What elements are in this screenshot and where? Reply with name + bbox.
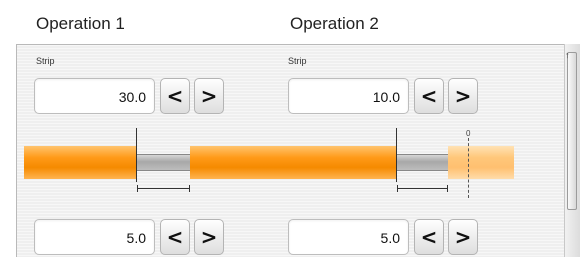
chevron-right-icon: > (454, 225, 472, 249)
op1-dimension-line (137, 188, 189, 189)
zero-reference-line (468, 138, 469, 198)
chevron-left-icon: < (166, 84, 184, 108)
op1-cut-line (136, 128, 137, 182)
op2-strip-label: Strip (288, 56, 307, 66)
operation-2-header: Operation 2 (290, 14, 379, 33)
op2-strip-value-field[interactable]: 10.0 (288, 78, 409, 114)
op1-dimension-tick-start (137, 185, 138, 192)
op2-dimension-line (397, 188, 448, 189)
op1-second-increment-button[interactable]: > (194, 219, 224, 255)
op2-dimension-tick-end (447, 185, 448, 192)
op2-strip-increment-button[interactable]: > (448, 78, 478, 114)
conductor-segment-2 (396, 154, 448, 171)
chevron-right-icon: > (454, 84, 472, 108)
chevron-left-icon: < (420, 84, 438, 108)
op2-second-value-field[interactable]: 5.0 (288, 219, 409, 255)
op1-second-decrement-button[interactable]: < (160, 219, 190, 255)
op2-strip-decrement-button[interactable]: < (414, 78, 444, 114)
scrollbar-thumb[interactable] (567, 52, 577, 210)
op2-cut-line (396, 128, 397, 182)
op1-strip-label: Strip (36, 56, 55, 66)
chevron-right-icon: > (200, 225, 218, 249)
insulation-segment-2 (190, 146, 396, 179)
chevron-left-icon: < (166, 225, 184, 249)
conductor-segment-1 (136, 154, 190, 171)
op1-strip-value-field[interactable]: 30.0 (34, 78, 155, 114)
op2-second-decrement-button[interactable]: < (414, 219, 444, 255)
chevron-right-icon: > (200, 84, 218, 108)
insulation-segment-1 (24, 146, 136, 179)
op1-dimension-tick-end (189, 185, 190, 192)
chevron-left-icon: < (420, 225, 438, 249)
operation-1-header: Operation 1 (36, 14, 125, 33)
op2-dimension-tick-start (397, 185, 398, 192)
scroll-up-icon[interactable]: ↑ (565, 50, 570, 60)
zero-marker-label: 0 (466, 129, 471, 138)
op1-strip-increment-button[interactable]: > (194, 78, 224, 114)
op2-second-increment-button[interactable]: > (448, 219, 478, 255)
op1-strip-decrement-button[interactable]: < (160, 78, 190, 114)
op1-second-value-field[interactable]: 5.0 (34, 219, 155, 255)
insulation-segment-faded (448, 146, 514, 179)
